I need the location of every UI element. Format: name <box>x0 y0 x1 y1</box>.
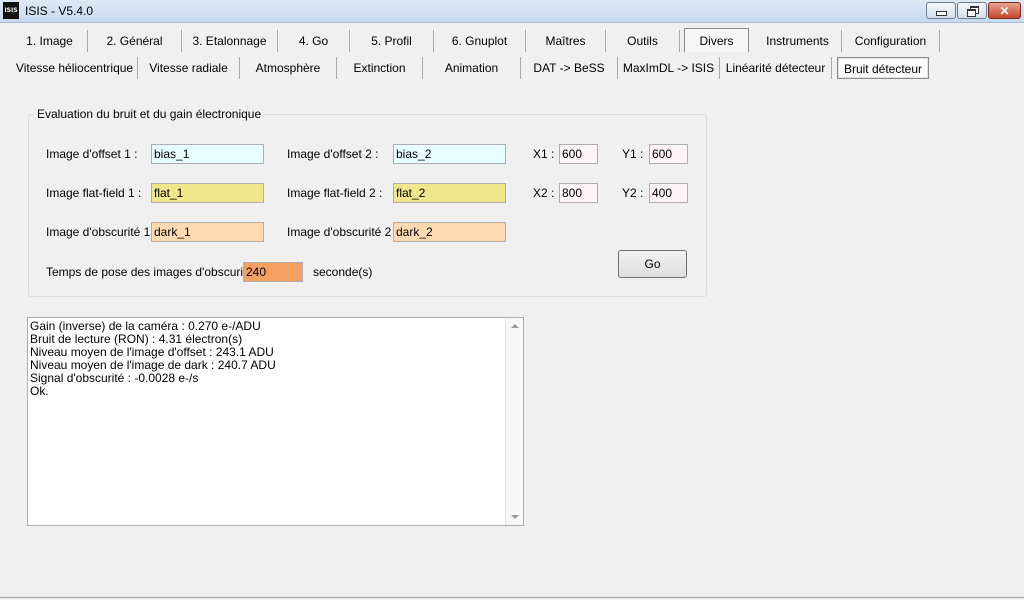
go-button[interactable]: Go <box>618 250 687 278</box>
restore-icon <box>966 6 979 17</box>
y1-label: Y1 : <box>622 147 644 161</box>
x1-label: X1 : <box>533 147 555 161</box>
maximize-button[interactable] <box>957 2 987 19</box>
x2-input[interactable] <box>559 183 598 203</box>
main-tab-strip: 1. Image 2. Général 3. Etalonnage 4. Go … <box>0 28 1024 54</box>
offset1-label: Image d'offset 1 : <box>46 147 138 161</box>
tab-extinction[interactable]: Extinction <box>337 57 423 79</box>
tab-bruit-detecteur[interactable]: Bruit détecteur <box>837 57 929 79</box>
tab-configuration[interactable]: Configuration <box>842 30 940 52</box>
close-icon: ✕ <box>999 3 1010 18</box>
exposure-input[interactable] <box>243 262 303 282</box>
tab-atmosphere[interactable]: Atmosphère <box>240 57 337 79</box>
minimize-button[interactable] <box>926 2 956 19</box>
tab-go[interactable]: 4. Go <box>278 30 350 52</box>
tab-maximdl-isis[interactable]: MaxImDL -> ISIS <box>618 57 720 79</box>
x2-label: X2 : <box>533 186 555 200</box>
tab-etalonnage[interactable]: 3. Etalonnage <box>182 30 278 52</box>
flat1-input[interactable] <box>151 183 264 203</box>
tab-linearite-detecteur[interactable]: Linéarité détecteur <box>720 57 832 79</box>
x1-input[interactable] <box>559 144 598 164</box>
app-logo-icon: ISIS <box>3 2 19 19</box>
results-text: Gain (inverse) de la caméra : 0.270 e-/A… <box>30 320 505 523</box>
tab-outils[interactable]: Outils <box>606 30 680 52</box>
tab-gnuplot[interactable]: 6. Gnuplot <box>434 30 526 52</box>
window-bottom-border <box>0 597 1024 598</box>
y2-input[interactable] <box>649 183 688 203</box>
y1-input[interactable] <box>649 144 688 164</box>
minimize-icon <box>935 11 947 16</box>
sub-tab-strip: Vitesse héliocentrique Vitesse radiale A… <box>0 57 1024 81</box>
flat2-label: Image flat-field 2 : <box>287 186 383 200</box>
flat2-input[interactable] <box>393 183 506 203</box>
dark2-input[interactable] <box>393 222 506 242</box>
tab-image[interactable]: 1. Image <box>12 30 88 52</box>
tab-instruments[interactable]: Instruments <box>754 30 842 52</box>
scroll-down-icon[interactable] <box>511 515 519 519</box>
tab-vitesse-radiale[interactable]: Vitesse radiale <box>138 57 240 79</box>
exposure-unit: seconde(s) <box>313 265 373 279</box>
offset1-input[interactable] <box>151 144 264 164</box>
result-line-dark-signal: Signal d'obscurité : -0.0028 e-/s <box>30 371 199 385</box>
groupbox-title: Evaluation du bruit et du gain électroni… <box>34 107 265 121</box>
tab-dat-bess[interactable]: DAT -> BeSS <box>521 57 618 79</box>
window-title: ISIS - V5.4.0 <box>25 4 94 18</box>
results-textarea[interactable]: Gain (inverse) de la caméra : 0.270 e-/A… <box>27 317 524 526</box>
offset2-label: Image d'offset 2 : <box>287 147 379 161</box>
scroll-up-icon[interactable] <box>511 324 519 328</box>
close-button[interactable]: ✕ <box>988 2 1021 19</box>
tab-general[interactable]: 2. Général <box>88 30 182 52</box>
y2-label: Y2 : <box>622 186 644 200</box>
dark1-label: Image d'obscurité 1 : <box>46 225 158 239</box>
result-line-ok: Ok. <box>30 384 49 398</box>
tab-divers[interactable]: Divers <box>684 28 749 52</box>
tab-maitres[interactable]: Maîtres <box>526 30 606 52</box>
tab-profil[interactable]: 5. Profil <box>350 30 434 52</box>
results-scrollbar[interactable] <box>505 318 523 525</box>
flat1-label: Image flat-field 1 : <box>46 186 142 200</box>
dark1-input[interactable] <box>151 222 264 242</box>
title-bar: ISIS ISIS - V5.4.0 ✕ <box>0 0 1024 23</box>
tab-vitesse-heliocentrique[interactable]: Vitesse héliocentrique <box>12 57 138 79</box>
tab-animation[interactable]: Animation <box>423 57 521 79</box>
exposure-label: Temps de pose des images d'obscurité : <box>46 265 260 279</box>
dark2-label: Image d'obscurité 2 : <box>287 225 399 239</box>
offset2-input[interactable] <box>393 144 506 164</box>
